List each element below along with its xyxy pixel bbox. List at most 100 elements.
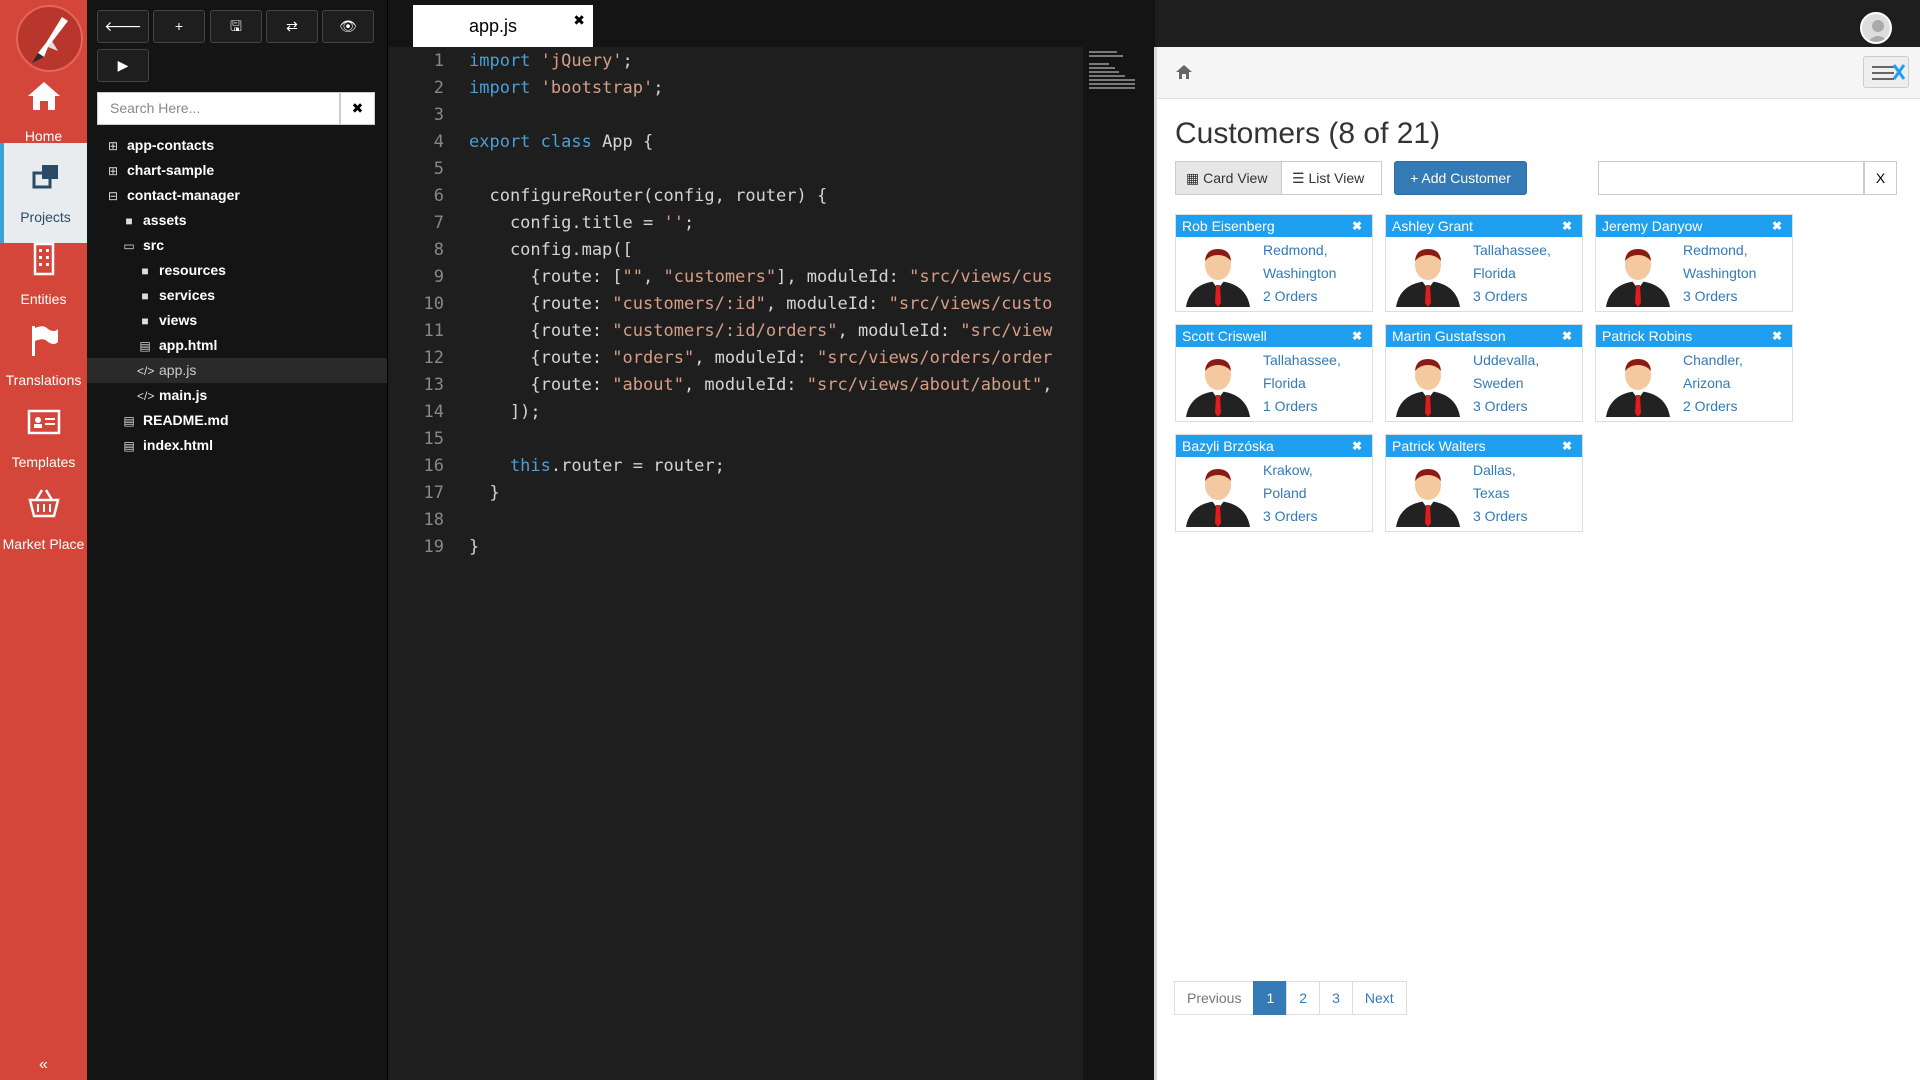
line-number: 17 bbox=[423, 483, 444, 503]
customer-card[interactable]: Bazyli Brzóska ✖ Krakow, Poland 3 Orders bbox=[1175, 434, 1373, 532]
customer-orders-link[interactable]: 3 Orders bbox=[1263, 505, 1317, 528]
tree-item[interactable]: ▤ index.html bbox=[87, 433, 387, 458]
refresh-button[interactable]: ⇄ bbox=[266, 10, 318, 43]
remove-customer-button[interactable]: ✖ bbox=[1562, 435, 1572, 457]
customer-name: Patrick Robins bbox=[1602, 328, 1693, 344]
tree-item[interactable]: ■ views bbox=[87, 308, 387, 333]
line-number: 18 bbox=[423, 510, 444, 530]
customer-region: Washington bbox=[1263, 265, 1337, 281]
code-token: , moduleId: bbox=[694, 348, 818, 368]
code-token: "orders" bbox=[612, 348, 695, 368]
filter-input[interactable] bbox=[1598, 161, 1864, 195]
card-view-button[interactable]: ▦ Card View bbox=[1175, 161, 1282, 195]
file-icon: ▤ bbox=[139, 339, 151, 353]
tree-item[interactable]: ⊞ app-contacts bbox=[87, 133, 387, 158]
tree-item[interactable]: </> main.js bbox=[87, 383, 387, 408]
line-number: 5 bbox=[433, 159, 444, 179]
code-area[interactable]: 1 import 'jQuery'; 2 import 'bootstrap'; 3 4 e… bbox=[388, 47, 1083, 1080]
code-token: config.map([ bbox=[469, 240, 633, 260]
nav-item-label: Translations bbox=[5, 372, 82, 388]
filter-clear-button[interactable]: X bbox=[1864, 161, 1897, 195]
code-token: , bbox=[643, 267, 664, 287]
pagination-previous[interactable]: Previous bbox=[1174, 981, 1255, 1015]
remove-customer-button[interactable]: ✖ bbox=[1352, 215, 1362, 237]
customer-name: Rob Eisenberg bbox=[1182, 218, 1275, 234]
tab-app-js[interactable]: app.js ✖ bbox=[413, 5, 593, 47]
code-line: import 'bootstrap'; bbox=[469, 78, 664, 98]
code-line: {route: "about", moduleId: "src/views/ab… bbox=[469, 375, 1052, 395]
customer-card[interactable]: Patrick Robins ✖ Chandler, Arizona 2 Orders bbox=[1595, 324, 1793, 422]
collapse-nav-icon[interactable]: « bbox=[0, 1050, 87, 1080]
remove-customer-button[interactable]: ✖ bbox=[1562, 215, 1572, 237]
tree-item[interactable]: ⊞ chart-sample bbox=[87, 158, 387, 183]
play-button[interactable]: ▶ bbox=[97, 49, 149, 82]
add-customer-button[interactable]: + Add Customer bbox=[1394, 161, 1527, 195]
customer-orders-link[interactable]: 2 Orders bbox=[1263, 285, 1336, 308]
code-token: "customers/:id/orders" bbox=[612, 321, 838, 341]
home-icon[interactable] bbox=[1175, 63, 1193, 81]
customer-region: Florida bbox=[1263, 375, 1306, 391]
customer-orders-link[interactable]: 3 Orders bbox=[1473, 395, 1539, 418]
customer-card[interactable]: Ashley Grant ✖ Tallahassee, Florida 3 Orders bbox=[1385, 214, 1583, 312]
tree-item[interactable]: ▭ src bbox=[87, 233, 387, 258]
customer-card[interactable]: Martin Gustafsson ✖ Uddevalla, Sweden 3 Orde… bbox=[1385, 324, 1583, 422]
arrow-left-button[interactable]: 🡐 bbox=[97, 10, 149, 43]
tab-close-button[interactable]: ✖ bbox=[573, 0, 585, 41]
remove-customer-button[interactable]: ✖ bbox=[1772, 215, 1782, 237]
code-line: } bbox=[469, 483, 499, 503]
customer-orders-link[interactable]: 3 Orders bbox=[1473, 285, 1551, 308]
code-token: {route: bbox=[469, 294, 613, 314]
remove-customer-button[interactable]: ✖ bbox=[1772, 325, 1782, 347]
pagination-page[interactable]: 2 bbox=[1286, 981, 1321, 1015]
user-avatar[interactable] bbox=[1860, 12, 1892, 44]
tree-item-label: index.html bbox=[143, 437, 214, 453]
tree-item[interactable]: ■ resources bbox=[87, 258, 387, 283]
customer-orders-link[interactable]: 2 Orders bbox=[1683, 395, 1743, 418]
customer-card[interactable]: Rob Eisenberg ✖ Redmond, Washington 2 Orders bbox=[1175, 214, 1373, 312]
minimap[interactable] bbox=[1083, 47, 1155, 1080]
customer-card[interactable]: Scott Criswell ✖ Tallahassee, Florida 1 Orde… bbox=[1175, 324, 1373, 422]
code-line: {route: ["", "customers"], moduleId: "sr… bbox=[469, 267, 1052, 287]
customer-orders-link[interactable]: 3 Orders bbox=[1473, 505, 1527, 528]
tab-title: app.js bbox=[469, 16, 518, 36]
code-token: ; bbox=[622, 51, 633, 71]
customer-orders-link[interactable]: 3 Orders bbox=[1683, 285, 1756, 308]
plus-button[interactable]: + bbox=[153, 10, 205, 43]
customer-card[interactable]: Jeremy Danyow ✖ Redmond, Washington 3 Orders bbox=[1595, 214, 1793, 312]
menu-toggle-button[interactable] bbox=[1863, 56, 1909, 88]
code-token: App { bbox=[602, 132, 654, 152]
remove-customer-button[interactable]: ✖ bbox=[1352, 435, 1362, 457]
customer-orders-link[interactable]: 1 Orders bbox=[1263, 395, 1341, 418]
customer-card[interactable]: Patrick Walters ✖ Dallas, Texas 3 Orders bbox=[1385, 434, 1583, 532]
tree-item[interactable]: ■ services bbox=[87, 283, 387, 308]
tree-item-label: README.md bbox=[143, 412, 229, 428]
search-input[interactable]: Search Here... bbox=[97, 92, 340, 125]
tree-item[interactable]: </> app.js bbox=[87, 358, 387, 383]
code-token: {route: bbox=[469, 321, 613, 341]
save-icon: 🖫 bbox=[230, 18, 242, 34]
save-button[interactable]: 🖫 bbox=[210, 10, 262, 43]
customer-name: Scott Criswell bbox=[1182, 328, 1267, 344]
eye-button[interactable]: 👁 bbox=[322, 10, 374, 43]
pagination-next[interactable]: Next bbox=[1351, 981, 1407, 1015]
pagination-page[interactable]: 3 bbox=[1319, 981, 1353, 1015]
customer-region: Washington bbox=[1683, 265, 1757, 281]
pagination-page[interactable]: 1 bbox=[1253, 981, 1288, 1015]
list-view-button[interactable]: ☰ List View bbox=[1281, 161, 1382, 195]
remove-customer-button[interactable]: ✖ bbox=[1562, 325, 1572, 347]
nav-item-market-place[interactable]: Market Place bbox=[0, 470, 87, 570]
code-token: } bbox=[469, 537, 480, 557]
code-token: import bbox=[469, 78, 541, 98]
search-clear-button[interactable]: ✖ bbox=[340, 92, 375, 125]
tree-item[interactable]: ■ assets bbox=[87, 208, 387, 233]
tree-item[interactable]: ▤ README.md bbox=[87, 408, 387, 433]
tree-item[interactable]: ▤ app.html bbox=[87, 333, 387, 358]
line-number: 16 bbox=[423, 456, 444, 476]
building-icon bbox=[33, 242, 54, 276]
folder-icon: ■ bbox=[141, 264, 149, 278]
code-token: 'jQuery' bbox=[540, 51, 623, 71]
remove-customer-button[interactable]: ✖ bbox=[1352, 325, 1362, 347]
line-number: 15 bbox=[423, 429, 444, 449]
minus-square-icon: ⊟ bbox=[107, 189, 119, 203]
tree-item[interactable]: ⊟ contact-manager bbox=[87, 183, 387, 208]
